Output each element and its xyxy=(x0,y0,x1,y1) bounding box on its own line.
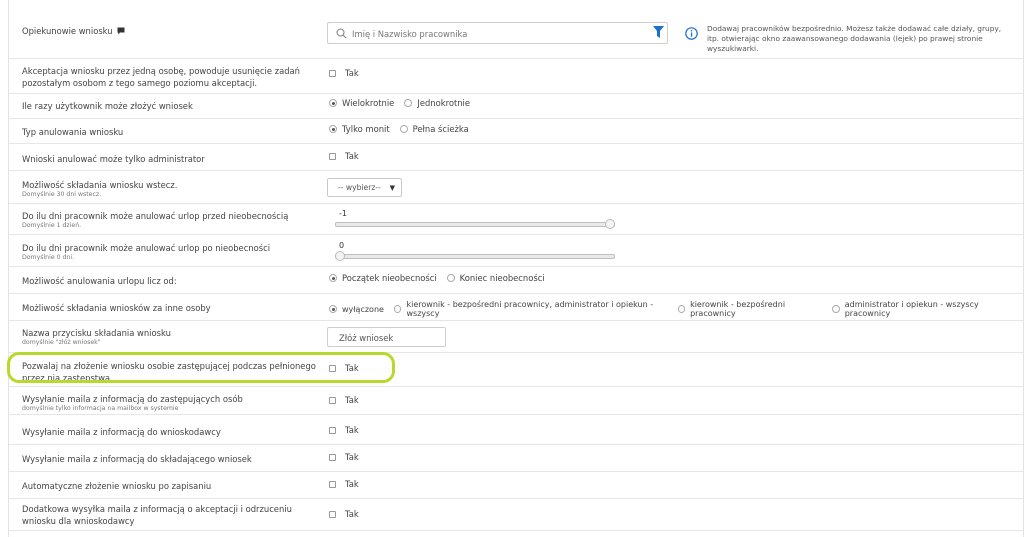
mail-applicant-label: Wysyłanie maila z informacją do wnioskod… xyxy=(22,427,221,437)
row-cancel-type: Typ anulowania wniosku Tylko monit Pełna… xyxy=(9,119,1023,144)
mail-substitutes-checkbox-label: Tak xyxy=(345,395,359,405)
mail-submitter-checkbox[interactable] xyxy=(329,453,336,461)
row-cancel-count-from: Możliwość anulowania urlopu licz od: Poc… xyxy=(9,267,1023,294)
auto-submit-label: Automatyczne złożenie wniosku po zapisan… xyxy=(22,481,212,491)
single-accept-label: Akceptacja wniosku przez jedną osobę, po… xyxy=(22,66,300,88)
radio[interactable] xyxy=(393,305,402,313)
button-name-field[interactable] xyxy=(327,327,446,347)
slider-thumb[interactable] xyxy=(605,219,615,229)
admin-only-checkbox-label: Tak xyxy=(345,151,359,161)
extra-mail-label: Dodatkowa wysyłka maila z informacją o a… xyxy=(22,504,292,526)
radio[interactable] xyxy=(677,305,686,313)
extra-mail-checkbox-label: Tak xyxy=(345,509,359,519)
guardians-info-text: Dodawaj pracowników bezpośrednio. Możesz… xyxy=(707,24,1002,53)
cancel-type-option[interactable]: Pełna ścieżka xyxy=(399,124,469,134)
cancel-count-from-option[interactable]: Początek nieobecności xyxy=(329,273,437,283)
times-option[interactable]: Wielokrotnie xyxy=(329,98,394,108)
row-backdate: Możliwość składania wniosku wstecz. Domy… xyxy=(9,171,1023,204)
slider-thumb[interactable] xyxy=(335,251,345,261)
radio[interactable] xyxy=(832,305,840,313)
cancel-count-from-option[interactable]: Koniec nieobecności xyxy=(446,273,545,283)
row-for-others: Możliwość składania wniosków za inne oso… xyxy=(9,294,1023,321)
before-absence-slider[interactable] xyxy=(335,219,615,229)
mail-substitutes-hint: domyślnie tylko informacja na mailbox w … xyxy=(22,405,179,412)
cancel-type-label: Typ anulowania wniosku xyxy=(22,127,124,137)
chevron-down-icon: ▼ xyxy=(389,183,395,192)
row-admin-only: Wnioski anulować może tylko administrato… xyxy=(9,144,1023,171)
row-after-absence: Do ilu dni pracownik może anulować urlop… xyxy=(9,235,1023,267)
after-absence-value: 0 xyxy=(339,241,345,250)
for-others-option[interactable]: administrator i opiekun - wszyscy pracow… xyxy=(832,300,1013,318)
comment-icon xyxy=(117,27,125,35)
slider-track xyxy=(335,222,615,227)
before-absence-label: Do ilu dni pracownik może anulować urlop… xyxy=(22,211,289,221)
row-single-accept: Akceptacja wniosku przez jedną osobę, po… xyxy=(9,59,1023,94)
info-icon xyxy=(685,27,698,40)
button-name-input[interactable] xyxy=(337,331,441,345)
settings-panel: Opiekunowie wniosku Dodawaj pracowników … xyxy=(7,0,1024,537)
single-accept-checkbox[interactable] xyxy=(329,69,336,77)
cancel-count-from-label: Możliwość anulowania urlopu licz od: xyxy=(22,276,177,286)
row-mail-substitutes: Wysyłanie maila z informacją do zastępuj… xyxy=(9,387,1023,415)
row-auto-submit: Automatyczne złożenie wniosku po zapisan… xyxy=(9,472,1023,499)
search-icon xyxy=(336,28,347,39)
radio[interactable] xyxy=(404,99,413,107)
radio-selected[interactable] xyxy=(329,99,337,107)
backdate-select[interactable]: -- wybierz-- ▼ xyxy=(327,178,402,197)
mail-submitter-checkbox-label: Tak xyxy=(345,452,359,462)
mail-applicant-checkbox[interactable] xyxy=(329,426,336,434)
employee-search-input[interactable] xyxy=(350,26,634,42)
auto-submit-checkbox-label: Tak xyxy=(345,479,359,489)
after-absence-label: Do ilu dni pracownik może anulować urlop… xyxy=(22,243,271,253)
row-guardians: Opiekunowie wniosku Dodawaj pracowników … xyxy=(9,0,1023,59)
mail-applicant-checkbox-label: Tak xyxy=(345,425,359,435)
admin-only-checkbox[interactable] xyxy=(329,152,336,160)
row-times: Ile razy użytkownik może złożyć wniosek … xyxy=(9,94,1023,119)
row-extra-mail: Dodatkowa wysyłka maila z informacją o a… xyxy=(9,499,1023,531)
backdate-select-value: -- wybierz-- xyxy=(338,183,381,192)
times-label: Ile razy użytkownik może złożyć wniosek xyxy=(22,101,193,111)
row-before-absence: Do ilu dni pracownik może anulować urlop… xyxy=(9,204,1023,235)
radio[interactable] xyxy=(399,125,408,133)
before-absence-hint: Domyślnie 1 dzień. xyxy=(22,222,82,229)
times-option[interactable]: Jednokrotnie xyxy=(404,98,470,108)
mail-submitter-label: Wysyłanie maila z informacją do składają… xyxy=(22,454,252,464)
cancel-type-option[interactable]: Tylko monit xyxy=(329,124,390,134)
for-others-label: Możliwość składania wniosków za inne oso… xyxy=(22,303,211,313)
radio-selected[interactable] xyxy=(329,125,337,133)
row-mail-applicant: Wysyłanie maila z informacją do wnioskod… xyxy=(9,415,1023,445)
radio-selected[interactable] xyxy=(329,305,337,313)
for-others-option[interactable]: wyłączone xyxy=(329,305,384,314)
backdate-hint: Domyślnie 30 dni wstecz. xyxy=(22,191,102,198)
admin-only-label: Wnioski anulować może tylko administrato… xyxy=(22,154,205,164)
auto-submit-checkbox[interactable] xyxy=(329,480,336,488)
backdate-label: Możliwość składania wniosku wstecz. xyxy=(22,180,178,190)
guardians-label: Opiekunowie wniosku xyxy=(22,26,113,36)
slider-track xyxy=(335,254,615,259)
highlight-annotation xyxy=(7,352,395,383)
after-absence-hint: Domyślnie 0 dni. xyxy=(22,254,75,261)
for-others-option[interactable]: kierownik - bezpośredni pracownicy xyxy=(677,300,823,318)
radio-selected[interactable] xyxy=(329,274,337,282)
row-button-name: Nazwa przycisku składania wniosku domyśl… xyxy=(9,321,1023,353)
employee-search[interactable] xyxy=(327,22,668,44)
mail-substitutes-checkbox[interactable] xyxy=(329,396,336,404)
row-mail-submitter: Wysyłanie maila z informacją do składają… xyxy=(9,445,1023,472)
before-absence-value: -1 xyxy=(339,209,347,218)
extra-mail-checkbox[interactable] xyxy=(329,510,336,518)
radio[interactable] xyxy=(446,274,455,282)
for-others-option[interactable]: kierownik - bezpośredni pracownicy, admi… xyxy=(393,300,668,318)
single-accept-checkbox-label: Tak xyxy=(345,68,359,78)
button-name-label: Nazwa przycisku składania wniosku xyxy=(22,328,171,338)
after-absence-slider[interactable] xyxy=(335,251,615,261)
button-name-hint: domyślnie "złóż wniosek" xyxy=(22,339,101,346)
mail-substitutes-label: Wysyłanie maila z informacją do zastępuj… xyxy=(22,394,243,404)
filter-icon[interactable] xyxy=(653,26,664,39)
